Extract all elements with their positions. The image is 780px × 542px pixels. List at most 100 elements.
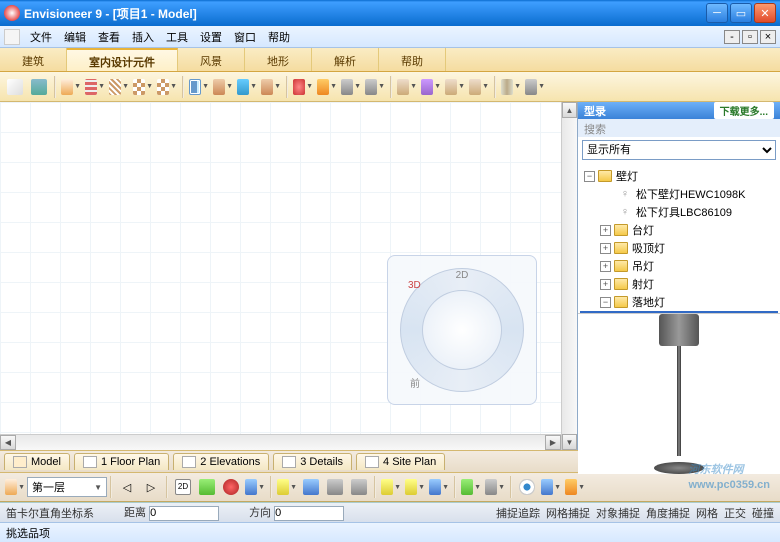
canvas-horizontal-scrollbar[interactable]: ◀ ▶ [0, 434, 561, 450]
viewtab-details[interactable]: 3 Details [273, 453, 352, 470]
tab-interior[interactable]: 室内设计元件 [67, 48, 178, 71]
ribbon-tabs: 建筑 室内设计元件 风景 地形 解析 帮助 [0, 48, 780, 72]
canvas-vertical-scrollbar[interactable]: ▲ ▼ [561, 102, 577, 450]
view-2d-solid-button[interactable] [196, 476, 218, 498]
measure-button[interactable]: ▼ [460, 476, 482, 498]
tree-node-pendant[interactable]: +吊灯 [580, 257, 778, 275]
shutter-tool[interactable]: ▼ [260, 76, 282, 98]
zoom-button[interactable]: ▼ [244, 476, 266, 498]
menu-view[interactable]: 查看 [92, 29, 126, 45]
furniture-tool[interactable]: ▼ [396, 76, 418, 98]
menu-help[interactable]: 帮助 [262, 29, 296, 45]
window-tool[interactable]: ▼ [188, 76, 210, 98]
nav-3d-icon[interactable]: 3D [408, 280, 421, 291]
menu-insert[interactable]: 插入 [126, 29, 160, 45]
tree-node-spotlight[interactable]: +射灯 [580, 275, 778, 293]
snap-gridshow[interactable]: 网格 [696, 505, 718, 521]
camera-button[interactable]: ▼ [540, 476, 562, 498]
paint-tool[interactable] [28, 76, 50, 98]
door-tool[interactable]: ▼ [212, 76, 234, 98]
viewtab-model[interactable]: Model [4, 453, 70, 470]
distance-input[interactable] [149, 506, 219, 521]
viewtab-siteplan[interactable]: 4 Site Plan [356, 453, 445, 470]
dimension-button[interactable]: ▼ [484, 476, 506, 498]
floor-combo[interactable]: 第一层▼ [27, 477, 107, 497]
tab-help[interactable]: 帮助 [379, 48, 446, 71]
catalog-filter-select[interactable]: 显示所有 [582, 140, 776, 160]
menu-settings[interactable]: 设置 [194, 29, 228, 45]
appliance-tool[interactable]: ▼ [340, 76, 362, 98]
window-titlebar: Envisioneer 9 - [项目1 - Model] ─ ▭ ✕ [0, 0, 780, 26]
hidden-line-button[interactable] [348, 476, 370, 498]
snap-grid[interactable]: 网格捕捉 [546, 505, 590, 521]
beam-tool[interactable]: ▼ [524, 76, 546, 98]
close-button[interactable]: ✕ [754, 3, 776, 23]
menu-tools[interactable]: 工具 [160, 29, 194, 45]
tree-item[interactable]: ♀松下壁灯HEWC1098K [580, 185, 778, 203]
fixture-tool[interactable]: ▼ [292, 76, 314, 98]
opening-tool[interactable]: ▼ [236, 76, 258, 98]
tile-tool[interactable]: ▼ [132, 76, 154, 98]
sun-button[interactable]: ▼ [404, 476, 426, 498]
select-tool[interactable] [4, 76, 26, 98]
maximize-button[interactable]: ▭ [730, 3, 752, 23]
tab-building[interactable]: 建筑 [0, 48, 67, 71]
catalog-header: 型录 下载更多... [578, 102, 780, 119]
hatch-tool[interactable]: ▼ [108, 76, 130, 98]
snap-object[interactable]: 对象捕捉 [596, 505, 640, 521]
navigation-dial[interactable]: 2D 3D 前 [387, 255, 537, 405]
menu-file[interactable]: 文件 [24, 29, 58, 45]
nav-2d-label[interactable]: 2D [456, 270, 469, 281]
column-tool[interactable]: ▼ [500, 76, 522, 98]
shade-button[interactable] [300, 476, 322, 498]
cabinet-tool[interactable]: ▼ [316, 76, 338, 98]
tab-landscape[interactable]: 风景 [178, 48, 245, 71]
eye-view-button[interactable] [516, 476, 538, 498]
tree-node-walllamp[interactable]: −壁灯 [580, 167, 778, 185]
coordinate-bar: 笛卡尔直角坐标系 距离 方向 捕捉追踪 网格捕捉 对象捕捉 角度捕捉 网格 正交… [0, 502, 780, 522]
shadow-button[interactable]: ▼ [428, 476, 450, 498]
catalog-title: 型录 [584, 103, 606, 119]
tab-terrain[interactable]: 地形 [245, 48, 312, 71]
coord-system-label[interactable]: 笛卡尔直角坐标系 [6, 505, 94, 521]
grid-tool[interactable]: ▼ [156, 76, 178, 98]
menu-window[interactable]: 窗口 [228, 29, 262, 45]
tree-node-floorlamp[interactable]: −落地灯 [580, 293, 778, 311]
tree-node-desklamp[interactable]: +台灯 [580, 221, 778, 239]
view-3d-button[interactable] [220, 476, 242, 498]
mdi-close-button[interactable]: × [760, 30, 776, 44]
snap-collision[interactable]: 碰撞 [752, 505, 774, 521]
viewtab-floorplan[interactable]: 1 Floor Plan [74, 453, 169, 470]
mdi-restore-button[interactable]: ▫ [742, 30, 758, 44]
viewtab-elevations[interactable]: 2 Elevations [173, 453, 269, 470]
view-2d-button[interactable]: 2D [172, 476, 194, 498]
decor-tool[interactable]: ▼ [420, 76, 442, 98]
walk-button[interactable]: ▼ [564, 476, 586, 498]
panel-tool[interactable]: ▼ [468, 76, 490, 98]
home-view-button[interactable]: ▼ [4, 476, 26, 498]
minimize-button[interactable]: ─ [706, 3, 728, 23]
download-more-button[interactable]: 下载更多... [714, 102, 774, 119]
catalog-tree[interactable]: −壁灯 ♀松下壁灯HEWC1098K ♀松下灯具LBC86109 +台灯 +吸顶… [578, 163, 780, 313]
direction-input[interactable] [274, 506, 344, 521]
mdi-minimize-button[interactable]: - [724, 30, 740, 44]
tree-item[interactable]: ♀松下灯具LBC86109 [580, 203, 778, 221]
menu-edit[interactable]: 编辑 [58, 29, 92, 45]
wood-tool[interactable]: ▼ [444, 76, 466, 98]
wireframe-button[interactable] [324, 476, 346, 498]
tree-node-ceilinglamp[interactable]: +吸顶灯 [580, 239, 778, 257]
next-view-button[interactable]: ▷ [140, 476, 162, 498]
prev-view-button[interactable]: ◁ [116, 476, 138, 498]
light-button[interactable]: ▼ [380, 476, 402, 498]
floorlamp-preview-icon [644, 314, 714, 474]
snap-tracking[interactable]: 捕捉追踪 [496, 505, 540, 521]
house-tool[interactable]: ▼ [60, 76, 82, 98]
model-canvas[interactable]: 2D 3D 前 ▲ ▼ ◀ ▶ [0, 102, 577, 450]
counter-tool[interactable]: ▼ [364, 76, 386, 98]
snap-ortho[interactable]: 正交 [724, 505, 746, 521]
layer-button[interactable]: ▼ [276, 476, 298, 498]
nav-front-label: 前 [410, 375, 420, 390]
snap-angle[interactable]: 角度捕捉 [646, 505, 690, 521]
tab-analysis[interactable]: 解析 [312, 48, 379, 71]
brick-wall-tool[interactable]: ▼ [84, 76, 106, 98]
